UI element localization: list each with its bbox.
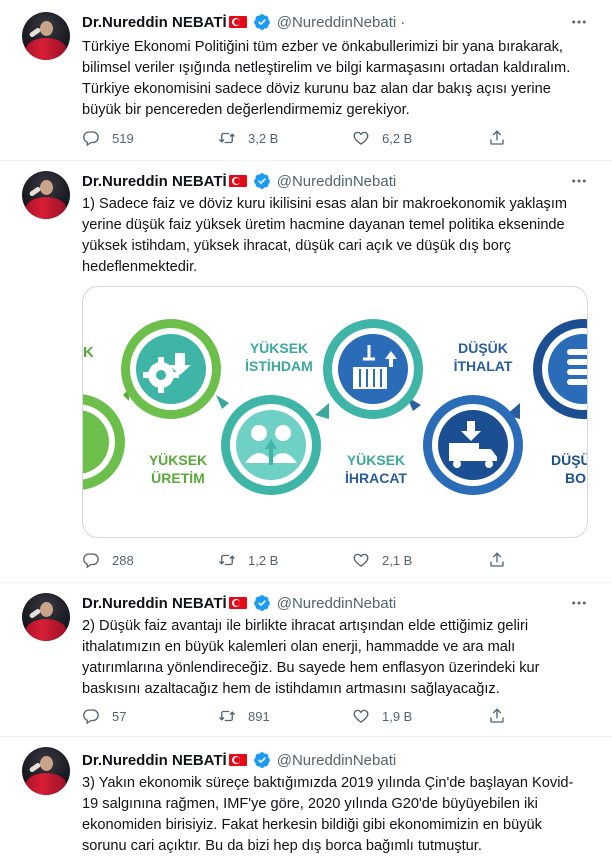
reply-icon	[83, 553, 99, 569]
like-button[interactable]: 2,1 B	[352, 551, 412, 569]
more-options-icon[interactable]	[568, 593, 590, 613]
like-button[interactable]: 1,9 B	[352, 707, 412, 725]
tweet-1[interactable]: Dr.Nureddin NEBATİ @NureddinNebati · Tür…	[0, 0, 612, 160]
heart-icon	[353, 553, 369, 567]
label-dusuk-ithalat-2: İTHALAT	[454, 358, 513, 374]
turkey-flag-icon	[228, 754, 247, 766]
retweet-button[interactable]: 1,2 B	[218, 551, 278, 569]
verified-badge-icon	[253, 14, 270, 30]
tweet-actions: 288 1,2 B 2,1 B	[82, 551, 582, 571]
reply-button[interactable]: 288	[82, 551, 134, 569]
label-yuksek-uretim-2: ÜRETİM	[151, 470, 205, 486]
verified-badge-icon	[253, 752, 270, 768]
tweet-3[interactable]: Dr.Nureddin NEBATİ @NureddinNebati 2) Dü…	[0, 583, 612, 735]
retweet-icon	[219, 132, 235, 144]
reply-count: 519	[112, 130, 134, 146]
reply-count: 57	[112, 708, 127, 724]
retweet-count: 3,2 B	[248, 130, 279, 146]
avatar[interactable]	[22, 593, 70, 641]
like-button[interactable]: 6,2 B	[352, 129, 412, 147]
retweet-icon	[219, 554, 235, 566]
author-handle[interactable]: @NureddinNebati	[277, 595, 396, 612]
author-name[interactable]: Dr.Nureddin NEBATİ	[82, 752, 227, 769]
more-options-icon[interactable]	[568, 171, 590, 191]
label-yuksek-uretim-1: YÜKSEK	[149, 452, 207, 468]
share-icon	[490, 552, 504, 567]
avatar[interactable]	[22, 747, 70, 795]
label-dusuk-fragment-2: BO	[565, 470, 586, 486]
more-options-icon[interactable]	[568, 12, 590, 32]
label-yuksek-istihdam-2: İSTİHDAM	[245, 358, 313, 374]
retweet-button[interactable]: 891	[218, 707, 270, 725]
reply-count: 288	[112, 552, 134, 568]
tweet-actions: 57 891 1,9 B	[82, 707, 582, 727]
like-count: 1,9 B	[382, 708, 413, 724]
share-icon	[490, 708, 504, 723]
tweet-header: Dr.Nureddin NEBATİ @NureddinNebati	[82, 171, 396, 191]
author-name[interactable]: Dr.Nureddin NEBATİ	[82, 595, 227, 612]
like-count: 2,1 B	[382, 552, 413, 568]
retweet-icon	[219, 710, 235, 722]
author-name[interactable]: Dr.Nureddin NEBATİ	[82, 14, 227, 31]
avatar[interactable]	[22, 171, 70, 219]
verified-badge-icon	[253, 173, 270, 189]
retweet-count: 1,2 B	[248, 552, 279, 568]
avatar[interactable]	[22, 12, 70, 60]
like-count: 6,2 B	[382, 130, 413, 146]
reply-button[interactable]: 519	[82, 129, 134, 147]
tweet-header: Dr.Nureddin NEBATİ @NureddinNebati	[82, 750, 396, 770]
label-dusuk-ithalat-1: DÜŞÜK	[458, 340, 508, 356]
infographic: K YÜKSEK ÜRETİM YÜKSEK İSTİHDAM YÜKSEK İ…	[83, 319, 588, 495]
label-yuksek-ihracat-1: YÜKSEK	[347, 452, 405, 468]
label-yuksek-istihdam-1: YÜKSEK	[250, 340, 308, 356]
label-yuksek-ihracat-2: İHRACAT	[345, 470, 407, 486]
label-left-fragment: K	[83, 344, 94, 361]
tweet-4[interactable]: Dr.Nureddin NEBATİ @NureddinNebati 3) Ya…	[0, 737, 612, 859]
separator-dot: ·	[400, 13, 406, 31]
author-handle[interactable]: @NureddinNebati	[277, 14, 396, 31]
label-dusuk-fragment-1: DÜŞÜ	[551, 452, 588, 468]
tweet-actions: 519 3,2 B 6,2 B	[82, 129, 582, 149]
tweet-media-infographic[interactable]: K YÜKSEK ÜRETİM YÜKSEK İSTİHDAM YÜKSEK İ…	[82, 286, 588, 538]
share-icon	[490, 130, 504, 145]
turkey-flag-icon	[228, 16, 247, 28]
author-name[interactable]: Dr.Nureddin NEBATİ	[82, 173, 227, 190]
share-button[interactable]	[488, 707, 518, 725]
share-button[interactable]	[488, 129, 518, 147]
tweet-text: 2) Düşük faiz avantajı ile birlikte ihra…	[82, 618, 540, 697]
share-button[interactable]	[488, 551, 518, 569]
verified-badge-icon	[253, 595, 270, 611]
tweet-text: 1) Sadece faiz ve döviz kuru ikilisini e…	[82, 196, 568, 275]
author-handle[interactable]: @NureddinNebati	[277, 752, 396, 769]
heart-icon	[353, 709, 369, 723]
reply-icon	[83, 709, 99, 725]
tweet-header: Dr.Nureddin NEBATİ @NureddinNebati	[82, 593, 396, 613]
author-handle[interactable]: @NureddinNebati	[277, 173, 396, 190]
tweet-header: Dr.Nureddin NEBATİ @NureddinNebati ·	[82, 12, 405, 32]
tweet-text: Türkiye Ekonomi Politiğini tüm ezber ve …	[82, 39, 571, 118]
reply-button[interactable]: 57	[82, 707, 126, 725]
retweet-button[interactable]: 3,2 B	[218, 129, 278, 147]
heart-icon	[353, 131, 369, 145]
turkey-flag-icon	[228, 597, 247, 609]
turkey-flag-icon	[228, 175, 247, 187]
retweet-count: 891	[248, 708, 270, 724]
tweet-text: 3) Yakın ekonomik süreçe baktığımızda 20…	[82, 775, 574, 854]
reply-icon	[83, 131, 99, 147]
